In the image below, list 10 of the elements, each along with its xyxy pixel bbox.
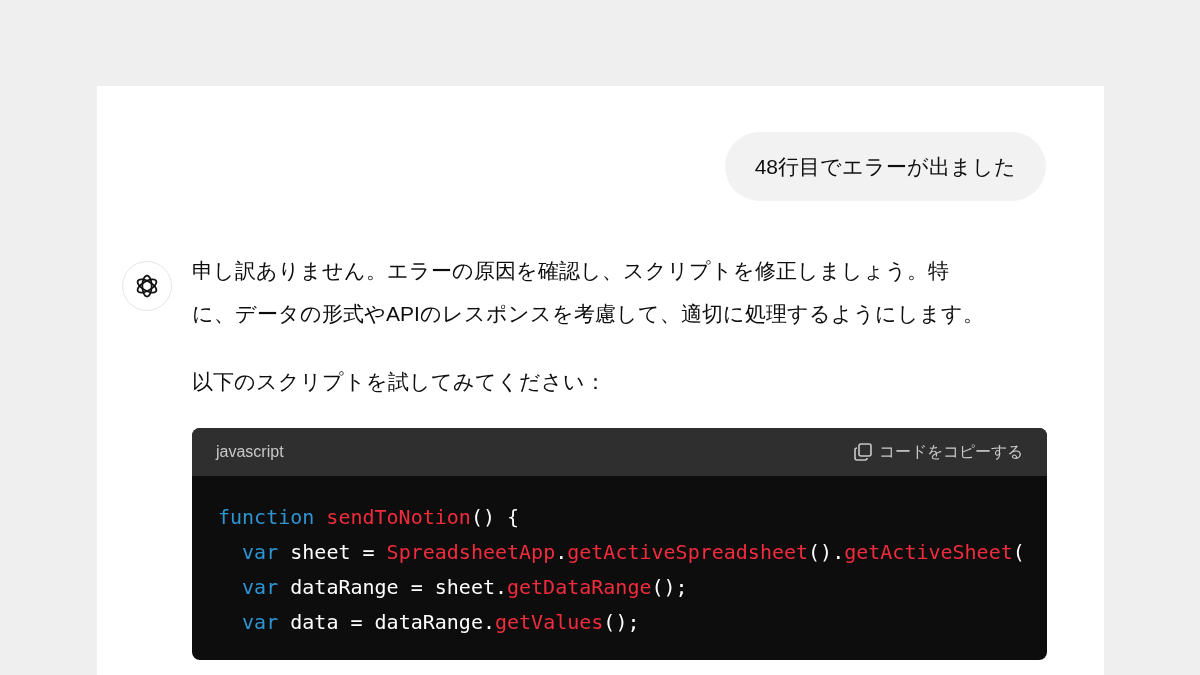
code-line: var dataRange = sheet.getDataRange(); [241, 574, 688, 601]
code-line: var sheet = SpreadsheetApp.getActiveSpreadsheet().getActiveSheet( [241, 539, 1025, 566]
code-language: javascript [216, 442, 284, 462]
code-line: function sendToNotion() { [218, 504, 520, 531]
copy-code-button[interactable]: コードをコピーする [853, 440, 1023, 464]
copy-icon [853, 442, 873, 462]
assistant-paragraph: 以下のスクリプトを試してみてください： [192, 369, 607, 395]
code-line: var data = dataRange.getValues(); [241, 609, 640, 636]
assistant-paragraph: 申し訳ありません。エラーの原因を確認し、スクリプトを修正しましょう。特 に、データの形式やAPIのレスポンスを考慮して、適切に処理するようにします。 [192, 258, 985, 327]
user-message: 48行目でエラーが出ました [724, 132, 1046, 201]
